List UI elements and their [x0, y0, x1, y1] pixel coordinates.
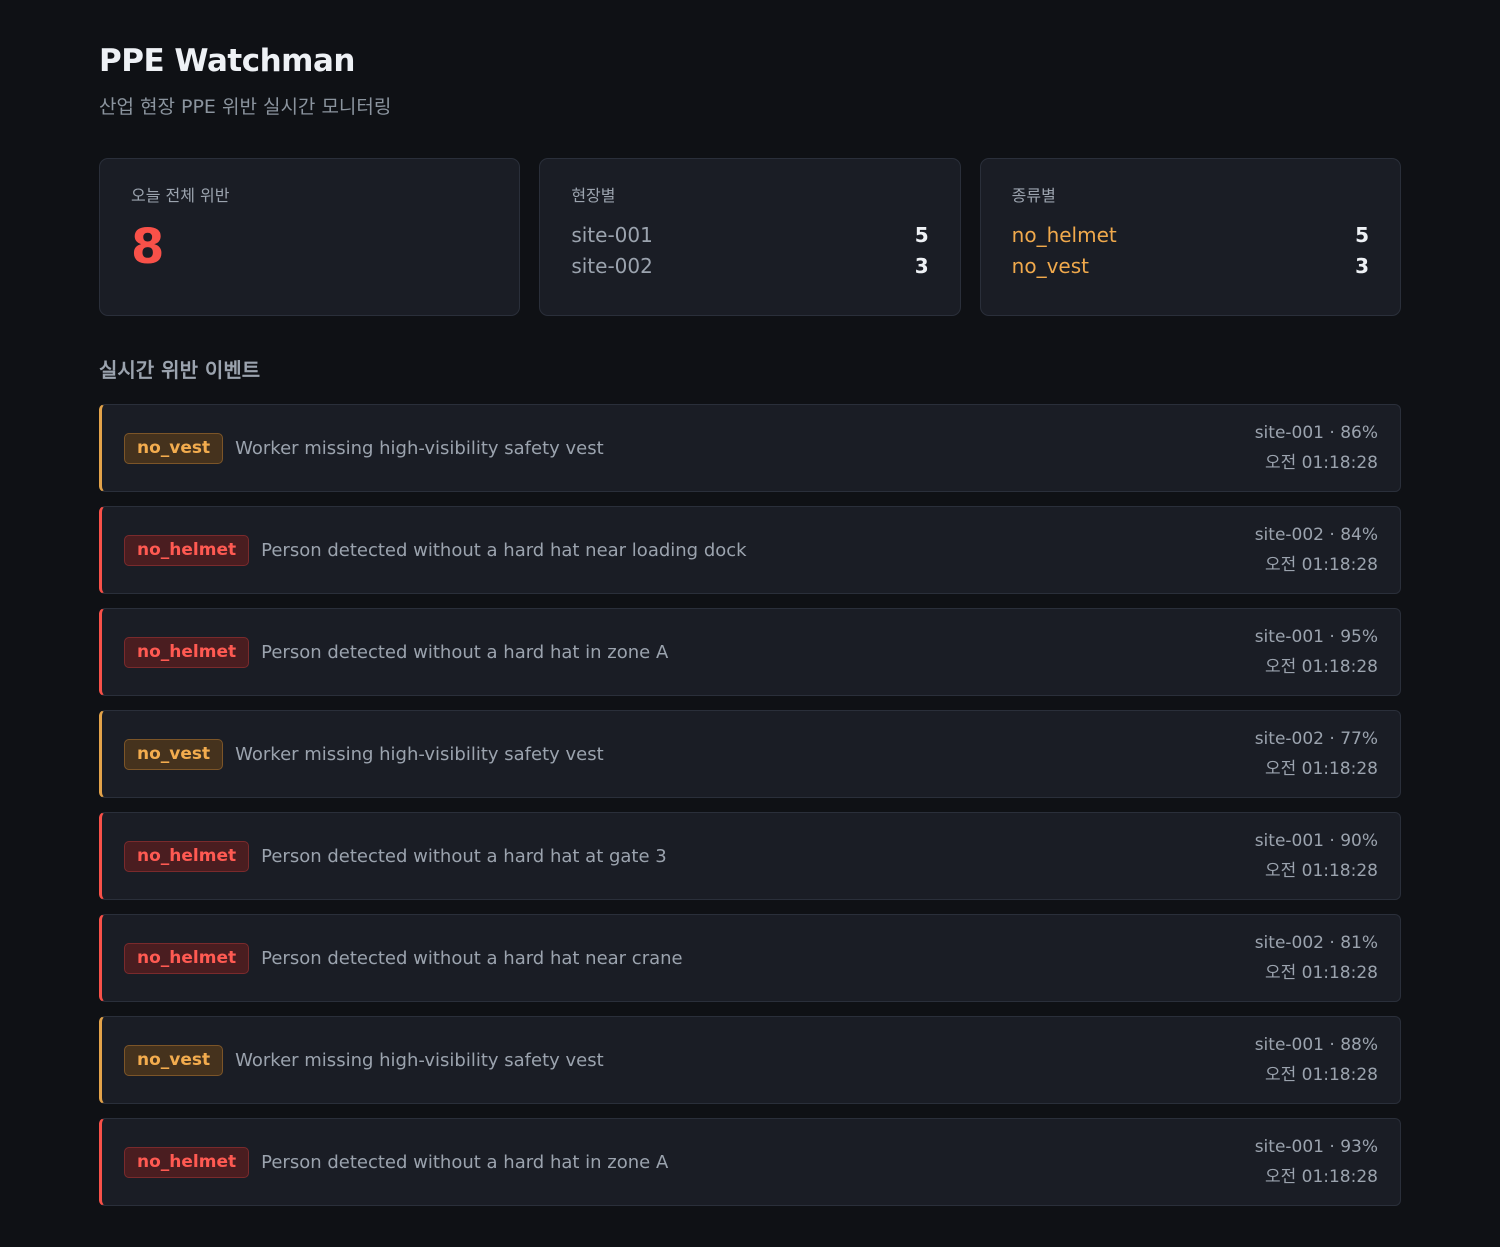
total-violations-card: 오늘 전체 위반 8 — [99, 158, 521, 316]
app-subtitle: 산업 현장 PPE 위반 실시간 모니터링 — [99, 96, 392, 118]
violation-type-badge: no_helmet — [124, 840, 250, 872]
event-description: Person detected without a hard hat near … — [261, 947, 683, 969]
by-type-label: 종류별 — [1011, 186, 1056, 205]
event-meta: site-001 · 86% 오전 01:18:28 — [1255, 418, 1378, 478]
site-count: 3 — [914, 253, 929, 278]
event-timestamp: 오전 01:18:28 — [1264, 963, 1378, 983]
total-violations-value: 8 — [131, 219, 165, 275]
event-site-confidence: site-001 · 90% — [1254, 831, 1378, 851]
site-name: site-002 — [571, 253, 653, 278]
site-count: 5 — [914, 222, 929, 247]
total-violations-label: 오늘 전체 위반 — [131, 186, 230, 205]
event-timestamp: 오전 01:18:28 — [1264, 759, 1378, 779]
type-row: no_vest 3 — [1012, 250, 1369, 281]
event-timestamp: 오전 01:18:28 — [1264, 657, 1378, 677]
app-title: PPE Watchman — [99, 43, 355, 79]
by-site-label: 현장별 — [571, 186, 616, 205]
event-site-confidence: site-001 · 88% — [1254, 1035, 1378, 1055]
dashboard: PPE Watchman 산업 현장 PPE 위반 실시간 모니터링 오늘 전체… — [99, 40, 1401, 1206]
event-timestamp: 오전 01:18:28 — [1264, 861, 1378, 881]
violation-type-badge: no_vest — [124, 738, 224, 770]
event-timestamp: 오전 01:18:28 — [1264, 453, 1378, 473]
event-item[interactable]: no_helmet Person detected without a hard… — [99, 608, 1401, 696]
event-meta: site-001 · 88% 오전 01:18:28 — [1255, 1030, 1378, 1090]
type-name: no_vest — [1011, 253, 1089, 278]
violation-type-badge: no_helmet — [124, 636, 250, 668]
event-timestamp: 오전 01:18:28 — [1264, 555, 1378, 575]
event-description: Person detected without a hard hat at ga… — [261, 845, 667, 867]
event-meta: site-002 · 77% 오전 01:18:28 — [1255, 724, 1378, 784]
stats-row: 오늘 전체 위반 8 현장별 site-001 5 site-002 3 종류별… — [99, 158, 1401, 316]
event-meta: site-001 · 90% 오전 01:18:28 — [1255, 826, 1378, 886]
event-site-confidence: site-002 · 81% — [1254, 933, 1378, 953]
event-site-confidence: site-002 · 84% — [1254, 525, 1378, 545]
event-list: no_vest Worker missing high-visibility s… — [99, 404, 1401, 1206]
by-type-card: 종류별 no_helmet 5 no_vest 3 — [979, 158, 1401, 316]
event-description: Person detected without a hard hat in zo… — [261, 641, 669, 663]
events-section-title: 실시간 위반 이벤트 — [99, 358, 261, 382]
by-type-list: no_helmet 5 no_vest 3 — [1012, 219, 1369, 281]
violation-type-badge: no_helmet — [124, 1146, 250, 1178]
by-site-list: site-001 5 site-002 3 — [571, 219, 928, 281]
site-row: site-001 5 — [571, 219, 928, 250]
event-description: Person detected without a hard hat in zo… — [261, 1151, 669, 1173]
site-row: site-002 3 — [571, 250, 928, 281]
event-item[interactable]: no_vest Worker missing high-visibility s… — [99, 1016, 1401, 1104]
violation-type-badge: no_helmet — [124, 942, 250, 974]
event-site-confidence: site-001 · 95% — [1254, 627, 1378, 647]
event-item[interactable]: no_vest Worker missing high-visibility s… — [99, 404, 1401, 492]
event-site-confidence: site-001 · 93% — [1254, 1137, 1378, 1157]
type-count: 3 — [1355, 253, 1369, 278]
event-site-confidence: site-001 · 86% — [1254, 423, 1378, 443]
violation-type-badge: no_helmet — [124, 534, 250, 566]
event-item[interactable]: no_helmet Person detected without a hard… — [99, 812, 1401, 900]
site-name: site-001 — [571, 222, 653, 247]
type-row: no_helmet 5 — [1012, 219, 1369, 250]
event-item[interactable]: no_helmet Person detected without a hard… — [99, 506, 1401, 594]
event-meta: site-001 · 95% 오전 01:18:28 — [1255, 622, 1378, 682]
event-item[interactable]: no_vest Worker missing high-visibility s… — [99, 710, 1401, 798]
event-description: Person detected without a hard hat near … — [261, 539, 747, 561]
event-meta: site-002 · 84% 오전 01:18:28 — [1255, 520, 1378, 580]
event-description: Worker missing high-visibility safety ve… — [235, 743, 604, 765]
violation-type-badge: no_vest — [124, 432, 224, 464]
type-name: no_helmet — [1011, 222, 1117, 247]
event-timestamp: 오전 01:18:28 — [1264, 1065, 1378, 1085]
event-description: Worker missing high-visibility safety ve… — [235, 437, 604, 459]
event-meta: site-002 · 81% 오전 01:18:28 — [1255, 928, 1378, 988]
event-timestamp: 오전 01:18:28 — [1264, 1167, 1378, 1187]
event-item[interactable]: no_helmet Person detected without a hard… — [99, 914, 1401, 1002]
event-item[interactable]: no_helmet Person detected without a hard… — [99, 1118, 1401, 1206]
event-description: Worker missing high-visibility safety ve… — [235, 1049, 604, 1071]
by-site-card: 현장별 site-001 5 site-002 3 — [539, 158, 961, 316]
event-site-confidence: site-002 · 77% — [1254, 729, 1378, 749]
type-count: 5 — [1355, 222, 1369, 247]
event-meta: site-001 · 93% 오전 01:18:28 — [1255, 1132, 1378, 1192]
violation-type-badge: no_vest — [124, 1044, 224, 1076]
